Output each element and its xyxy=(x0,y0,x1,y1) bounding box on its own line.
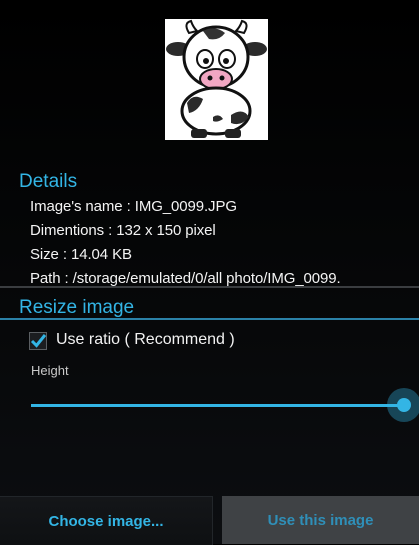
image-preview xyxy=(165,19,268,140)
details-section-title: Details xyxy=(19,171,78,192)
dimensions-text: Dimentions : 132 x 150 pixel xyxy=(30,222,216,239)
path-text: Path : /storage/emulated/0/all photo/IMG… xyxy=(30,270,341,287)
image-name-text: Image's name : IMG_0099.JPG xyxy=(30,198,237,215)
slider-thumb-dot xyxy=(397,398,411,412)
checkmark-icon xyxy=(29,332,47,350)
height-slider-thumb[interactable] xyxy=(387,388,419,422)
size-text: Size : 14.04 KB xyxy=(30,246,132,263)
height-slider-track[interactable] xyxy=(31,404,404,407)
resize-section-title: Resize image xyxy=(19,297,135,318)
section-divider xyxy=(0,286,419,288)
choose-image-button[interactable]: Choose image... xyxy=(0,496,213,545)
use-image-button[interactable]: Use this image xyxy=(222,496,419,544)
use-ratio-checkbox[interactable] xyxy=(29,332,47,350)
use-ratio-label[interactable]: Use ratio ( Recommend ) xyxy=(56,331,235,349)
height-label: Height xyxy=(31,363,69,378)
resize-title-underline xyxy=(0,318,419,320)
cow-icon xyxy=(166,19,267,138)
